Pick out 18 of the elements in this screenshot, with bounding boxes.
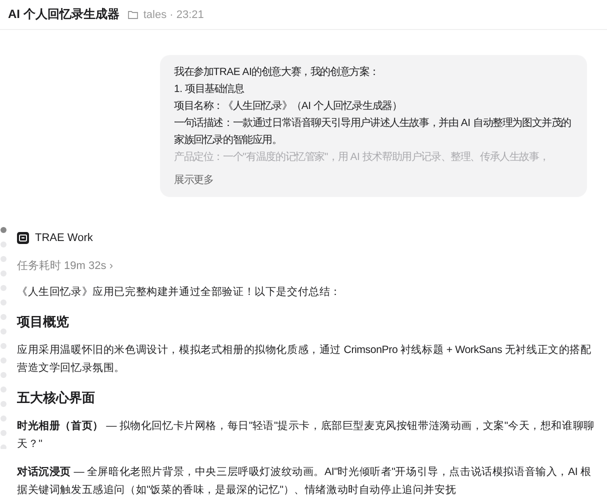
response-paragraph: 对话沉浸页 — 全屏暗化老照片背景，中央三层呼吸灯波纹动画。AI"时光倾听者"开场引导，点击说话模拟语音输入，AI 根据关键词触发五感追问（如"饭菜的香味，是最深的记忆"）、情绪激动时自动停止追问并安抚 [17, 465, 592, 498]
window-title: AI 个人回忆录生成器 [8, 6, 120, 23]
message-text: 项目名称：《人生回忆录》（AI 个人回忆录生成器） [174, 99, 403, 114]
section-heading: 五大核心界面 [17, 389, 96, 407]
task-duration[interactable]: 任务耗时 19m 32s › [17, 260, 113, 272]
message-text: 我在参加TRAE AI的创意大赛，我的创意方案： [174, 65, 380, 80]
show-more-link[interactable]: 展示更多 [174, 172, 577, 189]
message-text: 产品定位：一个"有温度的记忆管家"，用 AI 技术帮助用户记录、整理、传承人生故事， [174, 150, 550, 165]
message-text: 一句话描述：一款通过日常语音聊天引导用户讲述人生故事，并由 AI 自动整理为图文并茂的家族回忆录的智能应用。 [174, 116, 572, 148]
terminal-icon [17, 232, 29, 244]
project-meta: tales · 23:21 [143, 8, 204, 20]
response-paragraph: 应用采用温暖怀旧的米色调设计，模拟老式相册的拟物化质感，通过 CrimsonPro 衬线标题 + WorkSans 无衬线正文的搭配营造文学回忆录氛围。 [17, 343, 592, 376]
section-heading: 项目概览 [17, 313, 70, 331]
agent-name: TRAE Work [35, 232, 93, 244]
response-paragraph: 《人生回忆录》应用已完整构建并通过全部验证！以下是交付总结： [17, 285, 342, 300]
response-paragraph: 时光相册（首页） — 拟物化回忆卡片网格，每日"轻语"提示卡，底部巨型麦克风按钮带涟漪动画，文案"今天，想和谁聊聊天？" [17, 419, 596, 452]
folder-icon [128, 10, 138, 19]
message-text: 1. 项目基础信息 [174, 82, 245, 97]
